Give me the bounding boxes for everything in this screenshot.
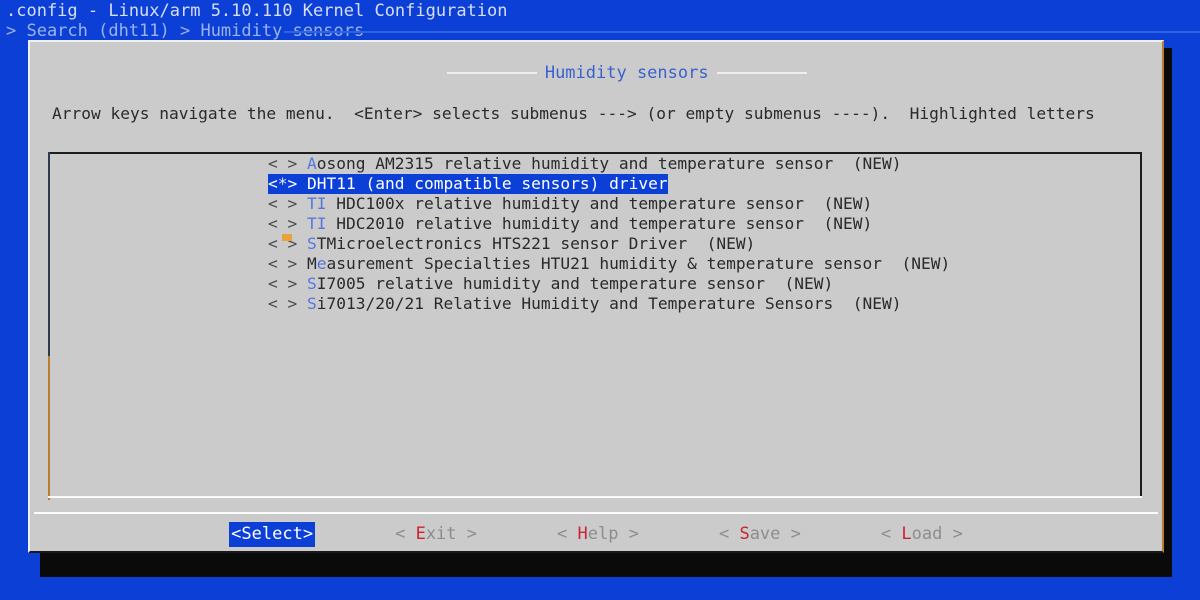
menu-item-gap — [297, 214, 307, 233]
menu-item-label: DHT11 (and compatible sensors) driver — [307, 174, 668, 193]
title-rule-right — [716, 72, 807, 74]
help-line-1: Arrow keys navigate the menu. <Enter> se… — [52, 104, 1095, 123]
list-edge-lower — [48, 356, 50, 500]
menu-item-hotkey: e — [316, 254, 327, 273]
dialog-title-bar: Humidity sensors — [30, 45, 1162, 102]
asterisk-icon: * — [277, 174, 288, 193]
button-bracket-close: > — [942, 524, 963, 544]
button-hotkey: H — [577, 524, 588, 544]
menu-item-5[interactable]: < > Measurement Specialties HTU21 humidi… — [50, 254, 1142, 274]
menu-item-inner: < > Aosong AM2315 relative humidity and … — [268, 154, 902, 173]
button-hotkey: S — [739, 524, 750, 544]
button-bracket-open: < — [231, 524, 242, 544]
button-l[interactable]: < Load > — [881, 523, 963, 546]
kernel-config-screen: .config - Linux/arm 5.10.110 Kernel Conf… — [0, 0, 1200, 600]
list-edge-bottom — [48, 496, 1142, 498]
menu-list-frame: < > Aosong AM2315 relative humidity and … — [48, 152, 1142, 500]
menu-item-marker: <*> — [268, 174, 298, 193]
menu-item-inner: <*> DHT11 (and compatible sensors) drive… — [268, 174, 668, 194]
button-hotkey: Select — [241, 524, 303, 544]
menu-item-7[interactable]: < > Si7013/20/21 Relative Humidity and T… — [50, 294, 1142, 314]
menu-item-gap — [297, 174, 307, 193]
menu-item-1[interactable]: <*> DHT11 (and compatible sensors) drive… — [50, 174, 1142, 194]
menu-item-label: I7005 relative humidity and temperature … — [316, 274, 834, 293]
menu-item-gap — [297, 254, 307, 273]
button-bracket-close: > — [618, 524, 639, 544]
menu-item-hotkey: S — [307, 294, 317, 313]
menu-item-hotkey: TI — [307, 194, 327, 213]
button-hotkey: E — [415, 524, 426, 544]
button-bracket-close: > — [456, 524, 478, 544]
button-bracket-open: < — [395, 524, 416, 544]
button-bar: <Select> < Exit > < Help > < Save > < Load > — [30, 518, 1162, 551]
menu-item-inner: < > SI7005 relative humidity and tempera… — [268, 274, 833, 293]
menu-item-hotkey: S — [307, 234, 317, 253]
menu-item-4[interactable]: < > STMicroelectronics HTS221 sensor Dri… — [50, 234, 1142, 254]
button-label-rest: xit — [425, 524, 457, 544]
menu-item-marker: < > — [268, 294, 298, 313]
menu-item-inner: < > TI HDC2010 relative humidity and tem… — [268, 214, 872, 233]
menu-item-3[interactable]: < > TI HDC2010 relative humidity and tem… — [50, 214, 1142, 234]
menu-item-inner: < > Si7013/20/21 Relative Humidity and T… — [268, 294, 902, 313]
button-e[interactable]: < Exit > — [395, 523, 477, 546]
menu-item-6[interactable]: < > SI7005 relative humidity and tempera… — [50, 274, 1142, 294]
menu-item-marker: < > — [268, 214, 298, 233]
menu-item-hotkey: A — [307, 154, 317, 173]
menu-item-label: osong AM2315 relative humidity and tempe… — [316, 154, 902, 173]
dialog-title: Humidity sensors — [544, 63, 709, 83]
menu-list: < > Aosong AM2315 relative humidity and … — [50, 154, 1142, 314]
menu-item-label: TMicroelectronics HTS221 sensor Driver (… — [316, 234, 756, 253]
menu-item-inner: < > STMicroelectronics HTS221 sensor Dri… — [268, 234, 755, 253]
menu-item-2[interactable]: < > TI HDC100x relative humidity and tem… — [50, 194, 1142, 214]
button-s[interactable]: < Save > — [719, 523, 801, 546]
button-separator — [34, 512, 1158, 514]
menu-item-hotkey: S — [307, 274, 317, 293]
menu-item-gap — [297, 154, 307, 173]
menu-item-label: HDC2010 relative humidity and temperatur… — [326, 214, 873, 233]
config-dialog: Humidity sensors Arrow keys navigate the… — [28, 40, 1164, 553]
button-bracket-open: < — [557, 524, 578, 544]
menu-item-marker: < > — [268, 194, 298, 213]
button-bracket-close: > — [780, 524, 801, 544]
button-select[interactable]: <Select> — [229, 522, 316, 547]
menu-item-marker: < > — [268, 154, 298, 173]
menu-item-marker: < > — [268, 274, 298, 293]
menu-item-marker: < > — [268, 254, 298, 273]
cursor-block — [282, 234, 292, 241]
menu-item-gap — [297, 294, 307, 313]
menu-item-gap — [297, 234, 307, 253]
button-bracket-open: < — [880, 524, 902, 544]
breadcrumb-rule — [284, 31, 1200, 33]
menu-item-inner: < > Measurement Specialties HTU21 humidi… — [268, 254, 950, 273]
title-rule-left — [446, 72, 537, 74]
button-h[interactable]: < Help > — [557, 523, 639, 546]
menu-item-hotkey: TI — [307, 214, 327, 233]
button-bracket-close: > — [302, 524, 314, 544]
button-label-rest: oad — [911, 524, 943, 544]
window-title: .config - Linux/arm 5.10.110 Kernel Conf… — [6, 1, 508, 21]
menu-item-gap — [297, 274, 307, 293]
menu-item-label: i7013/20/21 Relative Humidity and Temper… — [316, 294, 902, 313]
button-label-rest: elp — [587, 524, 619, 544]
menu-item-prefix: M — [307, 254, 317, 273]
menu-item-0[interactable]: < > Aosong AM2315 relative humidity and … — [50, 154, 1142, 174]
button-bracket-open: < — [718, 524, 740, 544]
menu-item-label: asurement Specialties HTU21 humidity & t… — [326, 254, 951, 273]
button-label-rest: ave — [749, 524, 781, 544]
top-title-bar: .config - Linux/arm 5.10.110 Kernel Conf… — [0, 0, 1200, 41]
menu-item-inner: < > TI HDC100x relative humidity and tem… — [268, 194, 872, 213]
menu-item-label: HDC100x relative humidity and temperatur… — [326, 194, 873, 213]
button-hotkey: L — [901, 524, 912, 544]
menu-item-gap — [297, 194, 307, 213]
